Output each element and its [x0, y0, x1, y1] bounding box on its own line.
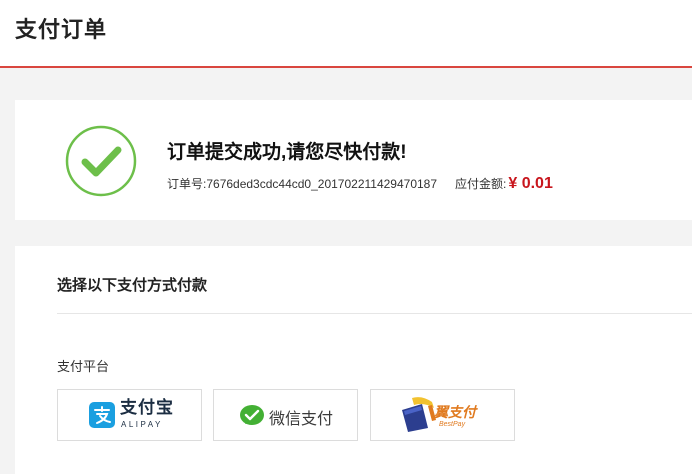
payment-heading: 选择以下支付方式付款: [57, 277, 208, 294]
bestpay-sub-label: BestPay: [439, 421, 466, 428]
wechat-pay-label: 微信支付: [269, 411, 334, 428]
order-success-panel: 订单提交成功,请您尽快付款! 订单号: 7676ded3cdc44cd0_201…: [15, 100, 692, 220]
alipay-label: 支付宝: [120, 398, 174, 417]
divider: [57, 313, 692, 314]
payment-method-panel: 选择以下支付方式付款 支付平台 支付宝 ALIPAY 微信支付 翼支付 Best…: [15, 246, 692, 474]
success-message: 订单提交成功,请您尽快付款!: [167, 142, 407, 163]
order-info: 订单号: 7676ded3cdc44cd0_201702211429470187…: [167, 175, 553, 193]
checkmark-circle-icon: [65, 125, 137, 197]
bestpay-option-button[interactable]: 翼支付 BestPay: [370, 389, 515, 441]
alipay-option-button[interactable]: 支付宝 ALIPAY: [57, 389, 202, 441]
alipay-logo-icon: [89, 402, 115, 428]
order-number: 7676ded3cdc44cd0_201702211429470187: [206, 177, 438, 191]
page-header: 支付订单: [0, 0, 692, 68]
platform-label: 支付平台: [57, 359, 110, 374]
wechat-pay-icon: [239, 404, 265, 428]
order-number-label: 订单号:: [167, 177, 207, 191]
bestpay-label: 翼支付: [434, 404, 476, 420]
amount-value: ¥ 0.01: [508, 175, 553, 192]
wechat-pay-option-button[interactable]: 微信支付: [213, 389, 358, 441]
amount-label: 应付金额:: [455, 177, 507, 191]
bestpay-logo-icon: [398, 396, 438, 434]
page-title: 支付订单: [15, 17, 108, 42]
alipay-sub-label: ALIPAY: [121, 420, 163, 429]
